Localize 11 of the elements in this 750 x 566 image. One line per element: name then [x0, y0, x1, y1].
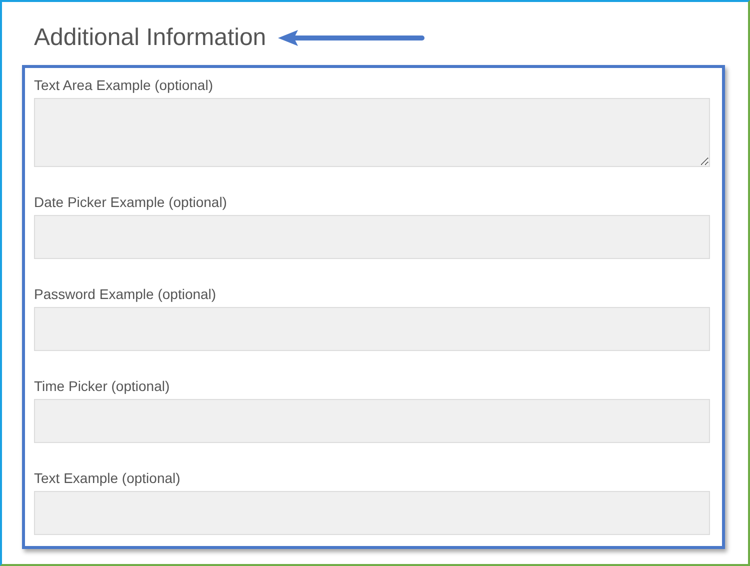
field-label: Text Example (optional)	[34, 469, 182, 487]
section-heading: Additional Information	[34, 23, 266, 53]
field-label: Date Picker Example (optional)	[34, 193, 228, 211]
input-field[interactable]	[34, 491, 710, 535]
field-label: Password Example (optional)	[34, 285, 218, 303]
field-label: Time Picker (optional)	[34, 377, 171, 395]
input-field[interactable]	[34, 307, 710, 351]
text-area[interactable]	[34, 98, 710, 167]
field-label: Text Area Example (optional)	[34, 76, 214, 94]
input-field[interactable]	[34, 215, 710, 259]
input-field[interactable]	[34, 399, 710, 443]
